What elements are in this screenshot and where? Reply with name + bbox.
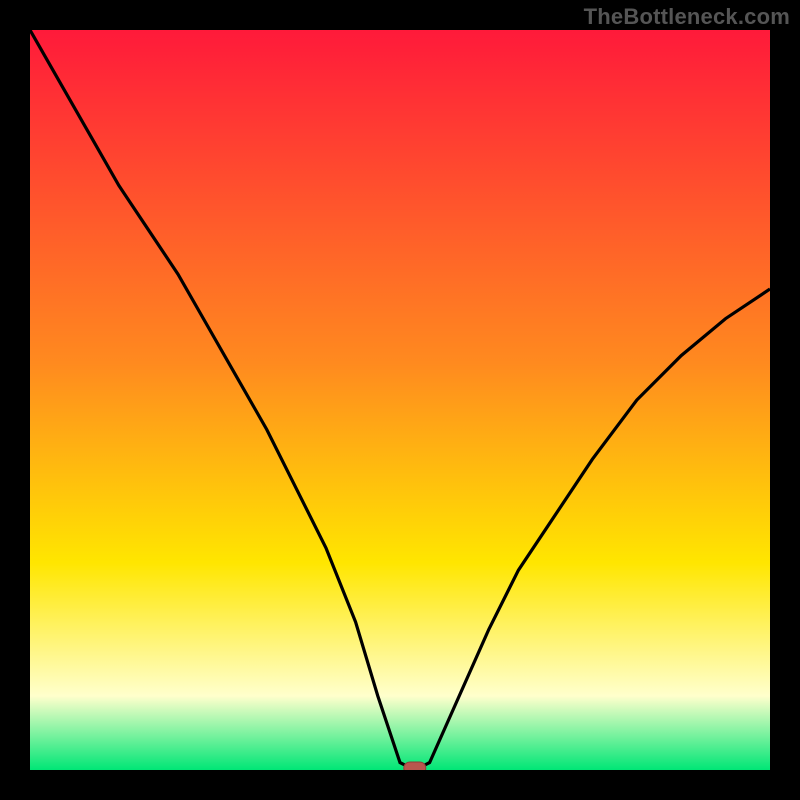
bottleneck-plot	[30, 30, 770, 770]
watermark-text: TheBottleneck.com	[584, 4, 790, 30]
gradient-bg	[30, 30, 770, 770]
chart-frame: TheBottleneck.com	[0, 0, 800, 800]
optimum-marker	[404, 762, 426, 770]
plot-svg	[30, 30, 770, 770]
